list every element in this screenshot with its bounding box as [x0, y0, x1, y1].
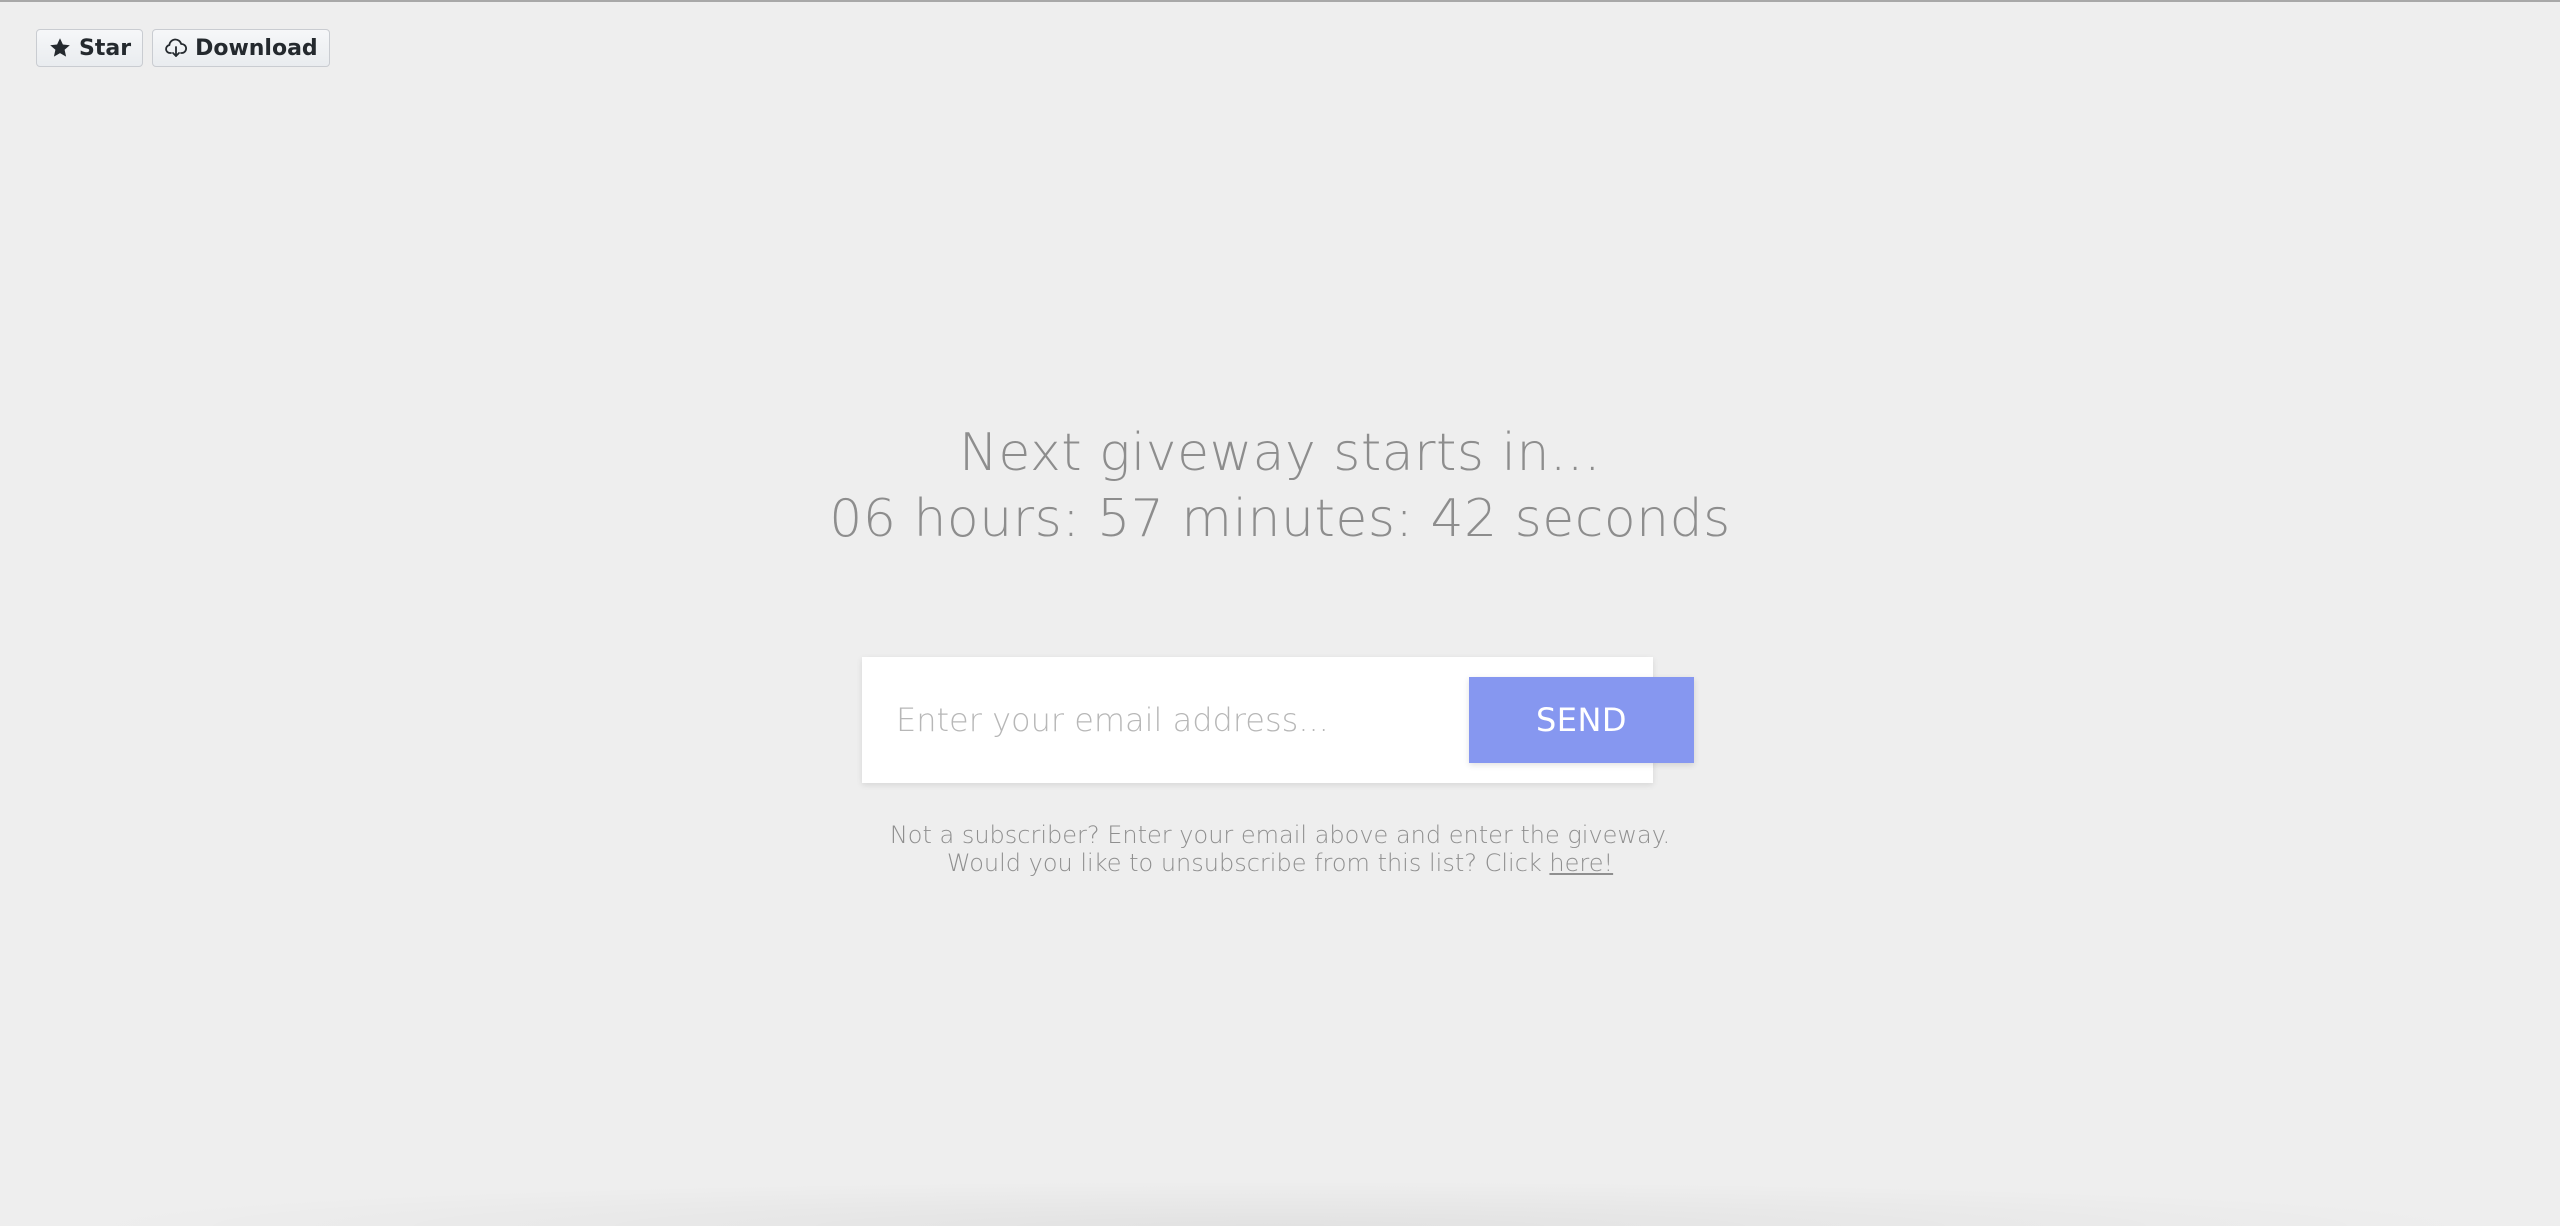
download-button-label: Download — [195, 35, 318, 61]
github-buttons: Star Download — [36, 29, 330, 67]
download-button[interactable]: Download — [152, 29, 330, 67]
countdown-heading: Next giveway starts in... — [958, 423, 1601, 483]
info-line-subscribe: Not a subscriber? Enter your email above… — [889, 821, 1671, 849]
star-button-label: Star — [79, 35, 132, 61]
info-unsubscribe-text: Would you like to unsubscribe from this … — [946, 849, 1550, 877]
bottom-shadow — [50, 1180, 2510, 1226]
star-button[interactable]: Star — [36, 29, 144, 67]
email-input[interactable] — [862, 657, 1462, 783]
send-button[interactable]: SEND — [1469, 677, 1694, 763]
cloud-download-icon — [164, 36, 188, 60]
countdown-timer: 06 hours: 57 minutes: 42 seconds — [829, 489, 1731, 549]
countdown: Next giveway starts in... 06 hours: 57 m… — [0, 420, 2560, 552]
unsubscribe-link[interactable]: here! — [1549, 849, 1613, 877]
info-line-unsubscribe: Would you like to unsubscribe from this … — [0, 849, 2560, 877]
subscribe-info: Not a subscriber? Enter your email above… — [0, 821, 2560, 877]
star-icon — [48, 36, 72, 60]
